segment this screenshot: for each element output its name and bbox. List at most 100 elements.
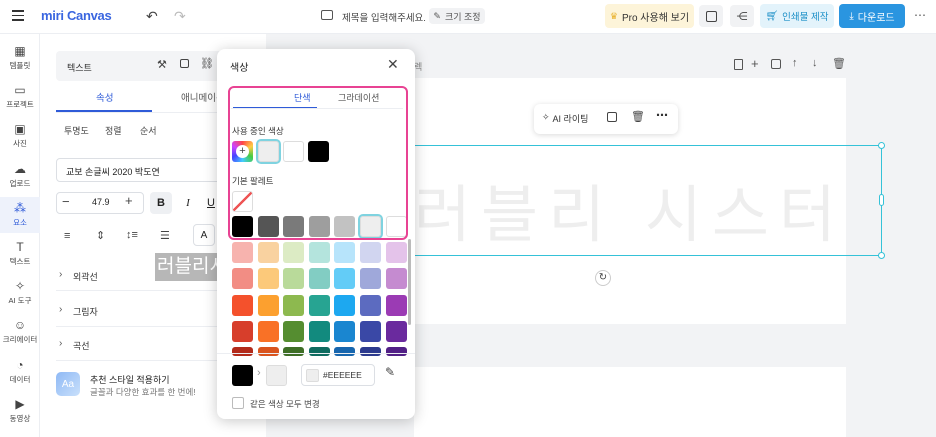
nav-item-4[interactable]: ⁂ 요소	[0, 196, 40, 233]
palette-swatch[interactable]	[232, 268, 253, 290]
save-button[interactable]	[699, 5, 723, 27]
folder-icon[interactable]	[321, 10, 333, 20]
delete-page-icon[interactable]: 🗑︎	[832, 57, 846, 70]
tab-properties[interactable]: 속성	[96, 90, 113, 104]
hamburger-menu-icon[interactable]	[12, 10, 24, 21]
more-icon[interactable]: ⋯	[914, 8, 926, 22]
palette-swatch[interactable]	[283, 268, 305, 290]
palette-swatch[interactable]	[232, 347, 253, 356]
trash-icon[interactable]: 🗑︎	[631, 110, 645, 123]
paint-roller-icon[interactable]: ⚒	[157, 58, 167, 71]
move-up-icon[interactable]: ↑	[792, 57, 798, 69]
share-button[interactable]: ⋲	[730, 5, 754, 27]
download-button[interactable]: ⤓ 다운로드	[839, 4, 905, 28]
nav-item-0[interactable]: ▦ 템플릿	[0, 40, 40, 76]
close-icon[interactable]: ✕	[387, 56, 399, 73]
palette-swatch[interactable]	[334, 320, 356, 342]
text-color-button[interactable]: A	[193, 224, 215, 246]
palette-swatch[interactable]	[385, 242, 407, 264]
move-down-icon[interactable]: ↓	[812, 57, 818, 69]
palette-swatch[interactable]	[334, 242, 356, 264]
palette-swatch[interactable]	[360, 347, 381, 356]
palette-swatch[interactable]	[360, 294, 381, 316]
palette-swatch[interactable]	[385, 320, 407, 342]
vertical-align-icon[interactable]: ⇕	[96, 229, 105, 242]
title-input[interactable]: 제목을 입력해주세요.	[342, 10, 426, 24]
palette-swatch[interactable]	[283, 294, 305, 316]
section-shadow[interactable]: 그림자	[73, 305, 98, 318]
palette-swatch[interactable]	[257, 347, 279, 356]
palette-swatch[interactable]	[308, 294, 330, 316]
subtab-order[interactable]: 순서	[140, 124, 157, 137]
font-size-increase-button[interactable]: +	[125, 193, 133, 208]
italic-button[interactable]: I	[177, 192, 199, 214]
nav-item-2[interactable]: ▣ 사진	[0, 118, 40, 154]
app-logo[interactable]: miri Canvas	[41, 8, 112, 23]
font-size-decrease-button[interactable]: −	[62, 194, 70, 209]
align-left-icon[interactable]: ≡	[64, 230, 70, 242]
section-curve[interactable]: 곡선	[73, 339, 90, 352]
palette-swatch[interactable]	[232, 294, 253, 316]
ai-writing-button[interactable]: ✧ AI 라이팅	[542, 112, 588, 125]
palette-swatch[interactable]	[257, 294, 279, 316]
nav-item-6[interactable]: ✧ AI 도구	[0, 275, 40, 311]
add-page-icon[interactable]	[734, 59, 743, 70]
palette-swatch[interactable]	[308, 242, 330, 264]
subtab-opacity[interactable]: 투명도	[64, 124, 89, 137]
palette-swatch[interactable]	[334, 294, 356, 316]
palette-swatch[interactable]	[360, 242, 381, 264]
duplicate-page-icon[interactable]	[771, 59, 781, 69]
subtab-align[interactable]: 정렬	[105, 124, 122, 137]
nav-item-8[interactable]: ◔ 데이터	[0, 354, 40, 390]
pro-trial-button[interactable]: ♛ Pro 사용해 보기	[605, 4, 694, 28]
add-icon[interactable]: +	[751, 56, 759, 71]
nav-item-1[interactable]: ▭ 프로젝트	[0, 79, 40, 115]
lock-icon[interactable]	[180, 59, 189, 68]
palette-swatch[interactable]	[232, 320, 253, 342]
nav-item-7[interactable]: ☺ 크리에이터	[0, 314, 40, 350]
to-color-swatch[interactable]	[266, 365, 287, 386]
palette-swatch[interactable]	[283, 242, 305, 264]
palette-swatch[interactable]	[385, 347, 407, 356]
print-order-button[interactable]: 🛒︎ 인쇄물 제작	[760, 4, 834, 28]
design-page-next[interactable]	[414, 367, 846, 437]
undo-icon[interactable]: ↶	[146, 8, 158, 25]
list-icon[interactable]: ☰	[160, 229, 170, 242]
from-color-swatch[interactable]	[232, 365, 253, 386]
palette-swatch[interactable]	[385, 294, 407, 316]
resize-handle[interactable]	[878, 252, 885, 259]
resize-button[interactable]: ✎ 크기 조정	[429, 8, 485, 24]
nav-item-5[interactable]: T 텍스트	[0, 236, 40, 272]
nav-item-9[interactable]: ▶ 동영상	[0, 393, 40, 429]
palette-swatch[interactable]	[308, 320, 330, 342]
line-height-icon[interactable]: ↕≡	[126, 229, 138, 241]
link-icon[interactable]: ⛓	[200, 57, 214, 70]
eyedropper-icon[interactable]: ✎	[385, 365, 395, 379]
font-size-value[interactable]: 47.9	[92, 197, 110, 207]
resize-handle[interactable]	[879, 194, 884, 206]
photo-icon: ▣	[14, 122, 26, 137]
section-outline[interactable]: 외곽선	[73, 270, 98, 283]
nav-item-3[interactable]: ☁ 업로드	[0, 158, 40, 194]
palette-swatch[interactable]	[360, 320, 381, 342]
resize-handle[interactable]	[878, 142, 885, 149]
palette-swatch[interactable]	[360, 268, 381, 290]
apply-all-checkbox[interactable]	[232, 397, 244, 409]
palette-swatch[interactable]	[308, 268, 330, 290]
palette-swatch[interactable]	[283, 320, 305, 342]
bold-button[interactable]: B	[150, 192, 172, 214]
scrollbar-thumb[interactable]	[408, 239, 411, 325]
rotate-handle[interactable]: ↻	[595, 270, 611, 286]
redo-icon[interactable]: ↷	[174, 8, 186, 25]
palette-swatch[interactable]	[334, 347, 356, 356]
duplicate-icon[interactable]	[607, 112, 617, 122]
palette-swatch[interactable]	[308, 347, 330, 356]
palette-swatch[interactable]	[334, 268, 356, 290]
palette-swatch[interactable]	[257, 242, 279, 264]
palette-swatch[interactable]	[283, 347, 305, 356]
more-options-icon[interactable]: ⋯	[656, 108, 668, 122]
palette-swatch[interactable]	[257, 320, 279, 342]
palette-swatch[interactable]	[385, 268, 407, 290]
palette-swatch[interactable]	[257, 268, 279, 290]
palette-swatch[interactable]	[232, 242, 253, 264]
